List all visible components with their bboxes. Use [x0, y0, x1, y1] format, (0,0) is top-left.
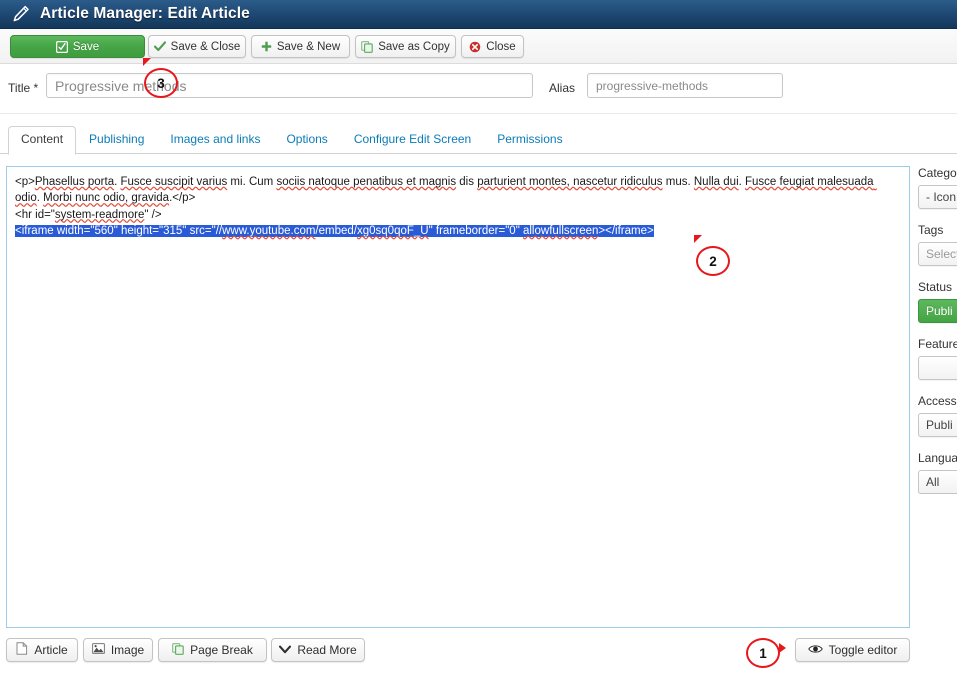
title-row: Title * Progressive methods Alias progre… — [0, 64, 957, 114]
category-label: Category — [918, 166, 957, 180]
html-source-editor[interactable]: <p>Phasellus porta. Fusce suscipit variu… — [6, 166, 910, 628]
tab-permissions[interactable]: Permissions — [484, 126, 575, 154]
access-select[interactable]: Publi — [918, 413, 957, 437]
code-text: ></iframe> — [598, 224, 654, 237]
toggle-editor-button[interactable]: Toggle editor — [795, 638, 910, 662]
plus-icon — [261, 41, 272, 52]
save-disk-icon — [55, 40, 68, 53]
annotation-marker-2: 2 — [696, 246, 730, 276]
annotation-marker-3: 3 — [144, 68, 178, 98]
alias-input[interactable]: progressive-methods — [587, 73, 783, 98]
close-button[interactable]: Close — [461, 35, 524, 58]
code-text: Phasellus porta — [34, 176, 115, 188]
code-text: dis — [456, 176, 478, 188]
code-text: parturient montes, nascetur ridiculus — [477, 176, 663, 188]
code-text: xg0sq0qoF_U — [356, 224, 429, 237]
save-as-copy-button[interactable]: Save as Copy — [355, 35, 456, 58]
annotation-marker-1: 1 — [746, 638, 780, 668]
code-text: system-readmore — [54, 208, 145, 221]
status-select[interactable]: Publi — [918, 299, 957, 323]
code-text: <iframe width="560" height="315" src="// — [15, 224, 223, 237]
page-header: Article Manager: Edit Article — [0, 0, 957, 29]
annotation-arrow-1 — [779, 643, 786, 653]
toggle-editor-label: Toggle editor — [828, 643, 898, 657]
title-input[interactable]: Progressive methods — [46, 73, 533, 98]
language-label: Language — [918, 451, 957, 465]
save-and-new-button[interactable]: Save & New — [251, 35, 350, 58]
article-sidebar: Category - Icon Tags Select Status Publi… — [918, 166, 957, 494]
code-text: /embed/ — [315, 224, 357, 237]
copy-icon — [361, 40, 373, 53]
insert-read-more-label: Read More — [297, 643, 357, 657]
code-text: www.youtube.com — [222, 224, 316, 237]
editor-content[interactable]: <p>Phasellus porta. Fusce suscipit variu… — [15, 174, 895, 239]
save-button-label: Save — [72, 40, 100, 53]
insert-image-button[interactable]: Image — [83, 638, 153, 662]
insert-page-break-label: Page Break — [190, 643, 253, 657]
tab-images-and-links[interactable]: Images and links — [157, 126, 273, 154]
annotation-arrow-3 — [143, 58, 151, 66]
close-circle-icon — [469, 41, 481, 53]
tab-bar: Content Publishing Images and links Opti… — [0, 124, 957, 155]
code-text: sociis natoque penatibus et magnis — [276, 176, 457, 188]
access-label: Access — [918, 394, 957, 408]
editor-selected-line[interactable]: <iframe width="560" height="315" src="//… — [15, 224, 654, 237]
image-icon — [91, 643, 105, 657]
tab-configure-edit-screen[interactable]: Configure Edit Screen — [341, 126, 484, 154]
save-as-copy-label: Save as Copy — [378, 40, 450, 53]
save-and-new-label: Save & New — [276, 40, 341, 53]
page-break-icon — [172, 642, 184, 658]
insert-article-button[interactable]: Article — [6, 638, 78, 662]
article-page-icon — [16, 642, 28, 658]
category-select[interactable]: - Icon — [918, 185, 957, 209]
save-and-close-label: Save & Close — [170, 40, 241, 53]
chevron-down-icon — [279, 643, 292, 657]
tab-publishing[interactable]: Publishing — [76, 126, 157, 154]
save-and-close-button[interactable]: Save & Close — [148, 35, 246, 58]
code-text: mi. Cum — [227, 176, 277, 188]
code-text: .</p> — [169, 192, 196, 205]
tags-select[interactable]: Select — [918, 242, 957, 266]
language-select[interactable]: All — [918, 470, 957, 494]
insert-image-label: Image — [110, 643, 145, 657]
code-text: Fusce suscipit varius — [120, 176, 228, 188]
tab-options[interactable]: Options — [273, 126, 340, 154]
featured-select[interactable] — [918, 356, 957, 380]
insert-read-more-button[interactable]: Read More — [271, 638, 365, 662]
code-text: <p> — [15, 176, 35, 188]
code-text: " /> — [144, 208, 162, 221]
article-manager-edit-page: Article Manager: Edit Article Save Save … — [0, 0, 957, 677]
code-text: " frameborder="0" — [428, 224, 523, 237]
pencil-icon — [12, 5, 30, 23]
close-button-label: Close — [486, 40, 516, 53]
check-icon — [153, 41, 166, 52]
eye-icon — [807, 643, 823, 657]
page-title: Article Manager: Edit Article — [40, 5, 250, 22]
alias-label: Alias — [549, 81, 576, 95]
code-text: Morbi nunc odio, gravida — [43, 192, 170, 205]
featured-label: Featured — [918, 337, 957, 351]
annotation-arrow-2 — [694, 235, 702, 243]
insert-article-label: Article — [34, 643, 68, 657]
title-label: Title * — [8, 81, 39, 95]
tags-label: Tags — [918, 223, 944, 237]
code-text: mus. — [662, 176, 694, 188]
code-text: <hr id=" — [15, 208, 55, 221]
status-label: Status — [918, 280, 953, 294]
editor-bottom-toolbar: Article Image Page Break Read More Toggl… — [0, 634, 957, 677]
tab-content[interactable]: Content — [8, 126, 77, 155]
code-text: allowfullscreen — [522, 224, 599, 237]
insert-page-break-button[interactable]: Page Break — [158, 638, 267, 662]
save-button[interactable]: Save — [10, 35, 145, 58]
code-text: Nulla dui — [693, 176, 739, 188]
